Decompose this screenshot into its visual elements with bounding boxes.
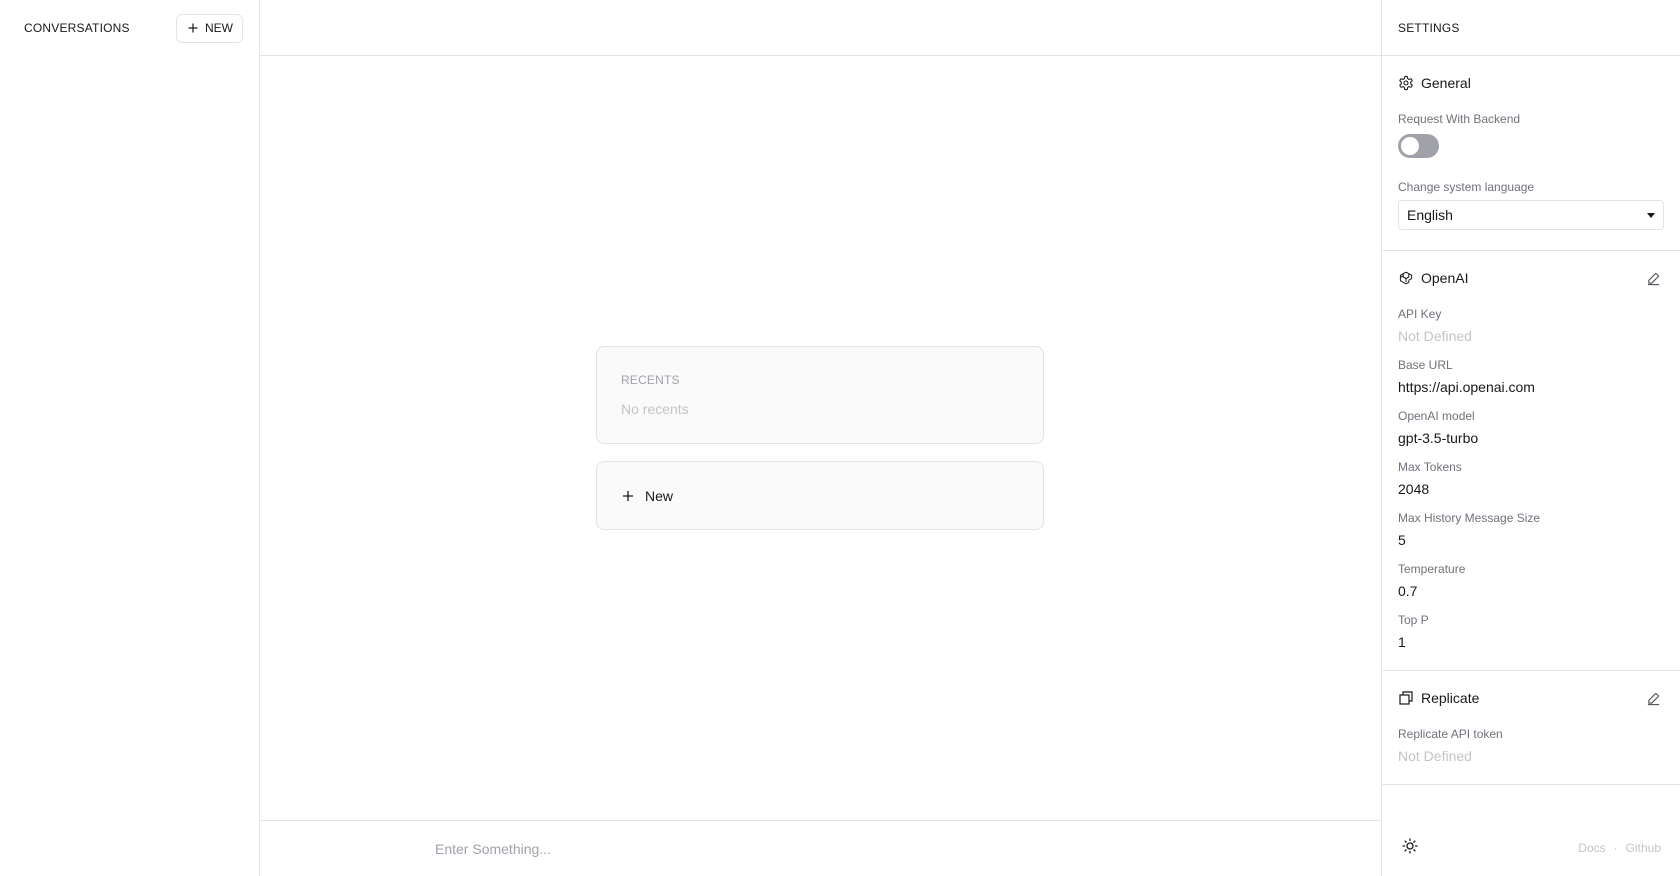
field-label: Max History Message Size [1398,511,1541,525]
new-card-label: New [645,487,674,504]
field-label: Top P [1398,613,1429,627]
field-max-tokens: Max Tokens 2048 [1398,460,1664,497]
general-title-text: General [1421,75,1471,91]
gear-icon [1399,75,1413,91]
field-value: 2048 [1398,481,1430,497]
replicate-title-text: Replicate [1421,690,1480,706]
pencil-icon [1647,272,1659,285]
backend-label: Request With Backend [1398,112,1521,126]
plus-icon [188,23,198,33]
new-conversation-button[interactable]: NEW [176,13,243,43]
main-area: RECENTS No recents New [260,0,1381,876]
prompt-input[interactable] [435,840,1315,857]
sidebar-title: CONVERSATIONS [24,21,130,35]
openai-fields: API Key Not Defined Base URL https://api… [1398,307,1664,650]
replicate-title: Replicate [1398,690,1479,706]
field-label: OpenAI model [1398,409,1475,423]
openai-section: OpenAI API Key Not Defined Base URL http… [1382,251,1680,671]
field-value: 0.7 [1398,583,1418,599]
language-label: Change system language [1398,180,1535,194]
replicate-edit-button[interactable] [1642,687,1664,709]
settings-header: SETTINGS [1382,0,1680,56]
field-label: Max Tokens [1398,460,1462,474]
field-value: 1 [1398,634,1406,650]
field-value: gpt-3.5-turbo [1398,430,1479,446]
field-openai-model: OpenAI model gpt-3.5-turbo [1398,409,1664,446]
theme-toggle-button[interactable] [1402,837,1418,859]
field-value: 5 [1398,532,1406,548]
recents-empty-text: No recents [621,401,689,417]
settings-panel: SETTINGS General Request With Backend Ch… [1381,0,1680,876]
general-title: General [1398,75,1471,91]
replicate-icon [1399,691,1413,705]
field-top-p: Top P 1 [1398,613,1664,650]
openai-section-header: OpenAI [1398,263,1664,293]
openai-title: OpenAI [1398,270,1468,286]
github-link[interactable]: Github [1626,841,1661,855]
field-label: Base URL [1398,358,1453,372]
settings-title: SETTINGS [1398,20,1460,35]
replicate-section-header: Replicate [1398,683,1664,713]
field-label: API Key [1398,307,1442,321]
field-value: https://api.openai.com [1398,379,1535,395]
general-section-header: General [1398,68,1664,98]
backend-toggle[interactable] [1398,134,1439,158]
footer-links: Docs · Github [1578,841,1661,855]
field-base-url: Base URL https://api.openai.com [1398,358,1664,395]
prompt-bar [260,820,1381,876]
field-api-key: API Key Not Defined [1398,307,1664,344]
plus-icon [623,490,633,501]
language-value: English [1407,207,1453,223]
field-temperature: Temperature 0.7 [1398,562,1664,599]
language-select[interactable]: English [1398,200,1664,230]
new-conversation-card[interactable]: New [596,461,1044,530]
field-max-history: Max History Message Size 5 [1398,511,1664,548]
openai-icon [1399,271,1413,285]
openai-title-text: OpenAI [1421,270,1469,286]
link-separator: · [1613,841,1618,855]
main-header [260,0,1381,56]
caret-down-icon [1647,212,1655,218]
docs-link[interactable]: Docs [1578,841,1605,855]
sun-icon [1402,837,1418,854]
openai-edit-button[interactable] [1642,267,1664,289]
replicate-section: Replicate Replicate API token Not Define… [1382,671,1680,785]
pencil-icon [1647,692,1659,705]
conversations-sidebar: CONVERSATIONS NEW [0,0,260,876]
new-conversation-label: NEW [205,21,233,35]
recents-card: RECENTS No recents [596,346,1044,444]
general-section: General Request With Backend Change syst… [1382,56,1680,251]
field-value: Not Defined [1398,748,1472,764]
field-label: Temperature [1398,562,1466,576]
recents-label: RECENTS [621,373,680,387]
settings-footer: Docs · Github [1382,820,1680,876]
toggle-knob [1401,137,1419,155]
field-label: Replicate API token [1398,727,1503,741]
field-value: Not Defined [1398,328,1472,344]
field-replicate-token: Replicate API token Not Defined [1398,727,1664,764]
sidebar-header: CONVERSATIONS NEW [0,0,259,56]
